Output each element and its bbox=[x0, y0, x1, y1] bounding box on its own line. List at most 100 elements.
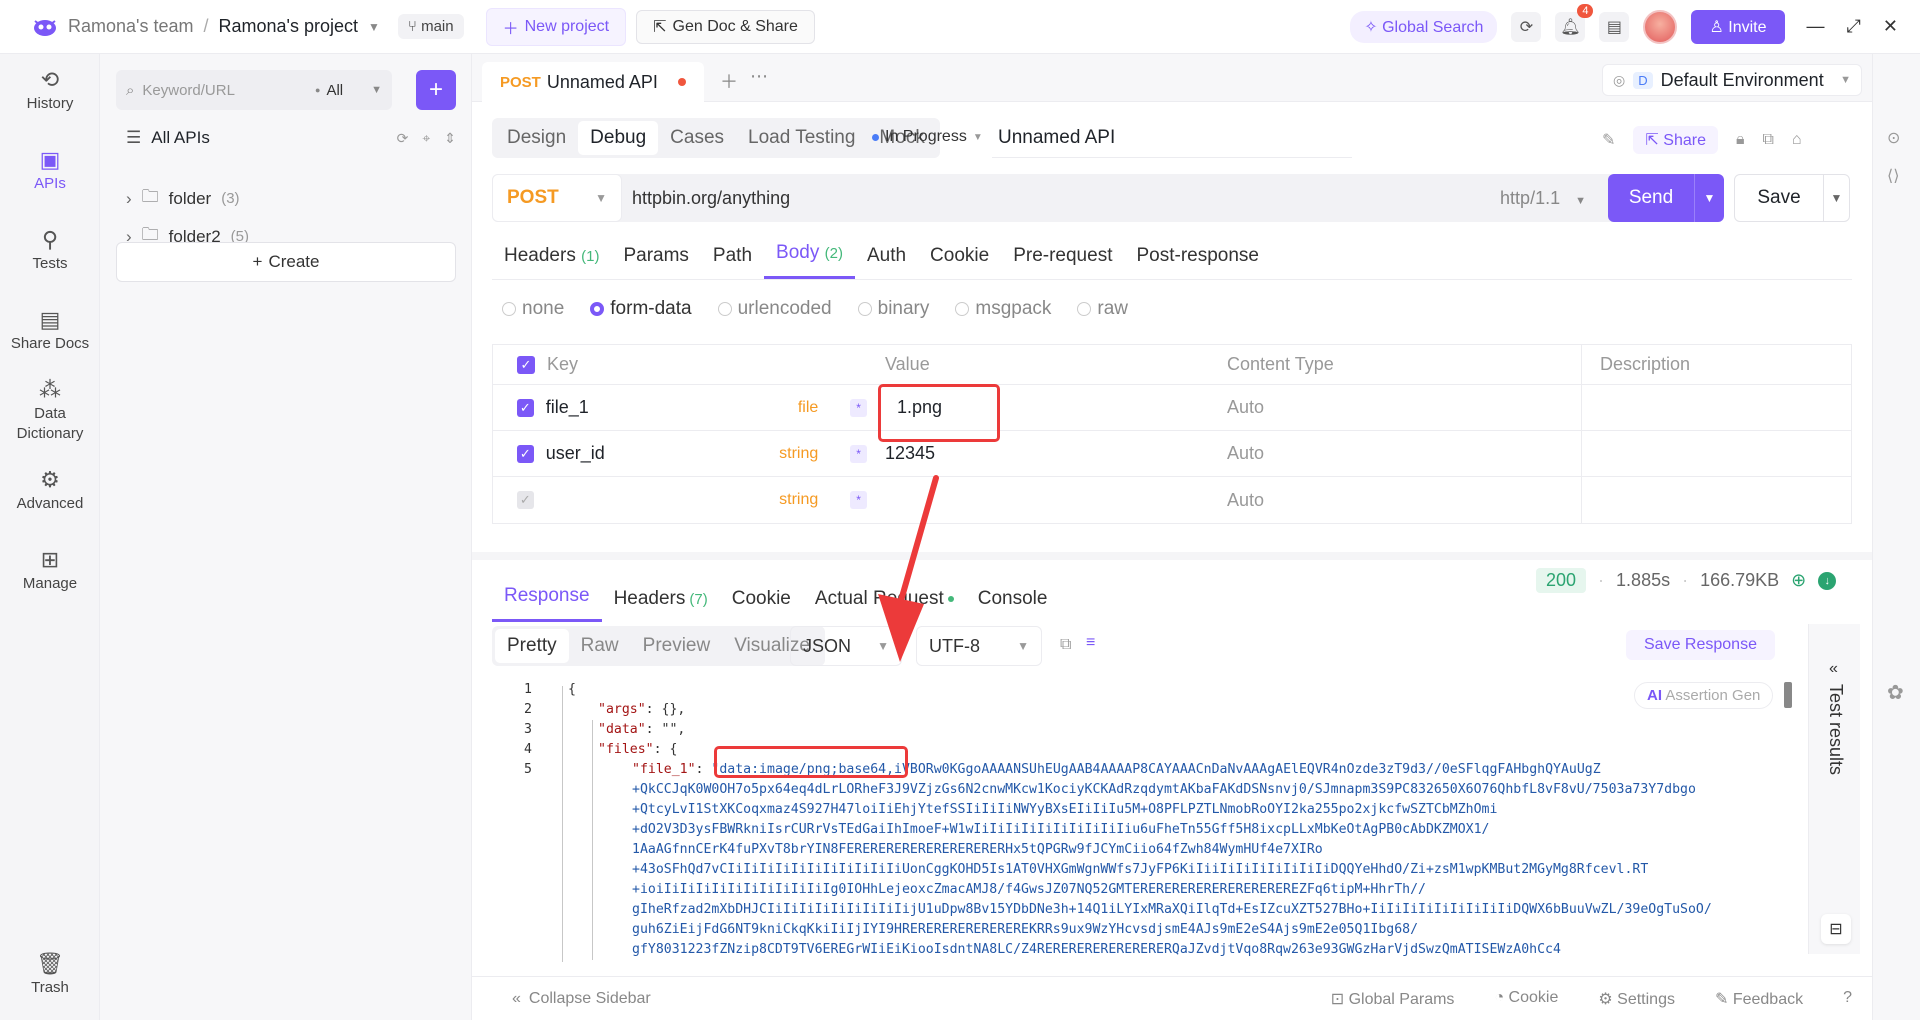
chevron-down-icon[interactable]: ▼ bbox=[368, 20, 380, 34]
maximize-icon[interactable]: ⤢ bbox=[1847, 16, 1861, 37]
param-key[interactable]: user_id bbox=[546, 443, 732, 464]
view-preview[interactable]: Preview bbox=[631, 629, 723, 663]
environment-select[interactable]: ◎ D Default Environment ▼ bbox=[1602, 64, 1862, 96]
param-content-type[interactable]: Auto bbox=[1209, 443, 1581, 464]
archive-icon[interactable]: ⌂ bbox=[1792, 131, 1802, 149]
radio-raw[interactable]: raw bbox=[1077, 298, 1128, 320]
tab-response-cookie[interactable]: Cookie bbox=[720, 588, 803, 622]
nav-advanced[interactable]: ⚙ Advanced bbox=[0, 469, 100, 514]
view-raw[interactable]: Raw bbox=[569, 629, 631, 663]
view-pretty[interactable]: Pretty bbox=[495, 629, 569, 663]
api-name-input[interactable]: Unnamed API bbox=[992, 118, 1352, 158]
all-apis-row[interactable]: ☰ All APIs ⟳ ⌖ ⇕ bbox=[126, 128, 456, 148]
new-project-button[interactable]: ＋ New project bbox=[485, 7, 627, 46]
param-type[interactable]: string bbox=[744, 491, 818, 509]
globe-icon[interactable]: ⊕ bbox=[1791, 570, 1806, 591]
branch-selector[interactable]: ⑂ main bbox=[397, 14, 464, 39]
mode-design[interactable]: Design bbox=[495, 121, 578, 155]
save-response-button[interactable]: Save Response bbox=[1626, 630, 1775, 660]
mode-debug[interactable]: Debug bbox=[578, 121, 659, 155]
nav-history[interactable]: ⟲ History bbox=[0, 69, 100, 114]
team-name[interactable]: Ramona's team bbox=[68, 16, 194, 37]
feedback-button[interactable]: ✎ Feedback bbox=[1715, 989, 1803, 1009]
param-description[interactable] bbox=[1581, 385, 1851, 430]
row-checkbox[interactable]: ✓ bbox=[517, 491, 534, 509]
expand-collapse-icon[interactable]: ⇕ bbox=[444, 130, 456, 147]
response-body-editor[interactable]: 1 2 3 4 5 { "args": {}, "data": "", "fil… bbox=[492, 676, 1802, 962]
mode-load-testing[interactable]: Load Testing bbox=[736, 121, 867, 155]
avatar[interactable] bbox=[1643, 9, 1678, 44]
tab-console[interactable]: Console bbox=[966, 588, 1060, 622]
help-icon[interactable]: ? bbox=[1843, 989, 1852, 1009]
required-icon[interactable]: * bbox=[850, 398, 868, 417]
row-checkbox[interactable]: ✓ bbox=[517, 398, 534, 417]
test-results-panel[interactable]: « Test results ⊟ bbox=[1808, 624, 1860, 954]
code-icon[interactable]: ⟨⟩ bbox=[1887, 166, 1899, 186]
url-input[interactable]: httpbin.org/anything bbox=[632, 188, 790, 209]
nav-tests[interactable]: ⚲ Tests bbox=[0, 229, 100, 274]
tab-pre-request[interactable]: Pre-request bbox=[1001, 245, 1124, 279]
collapse-sidebar-button[interactable]: « Collapse Sidebar bbox=[512, 990, 651, 1008]
tab-actual-request[interactable]: Actual Request bbox=[803, 588, 966, 622]
layout-icon[interactable]: ⊟ bbox=[1821, 914, 1851, 944]
close-icon[interactable]: ✕ bbox=[1883, 16, 1898, 37]
environment-settings-icon[interactable]: ◎ bbox=[1613, 72, 1625, 89]
param-content-type[interactable]: Auto bbox=[1209, 490, 1581, 511]
tab-cookie[interactable]: Cookie bbox=[918, 245, 1001, 279]
radio-none[interactable]: none bbox=[502, 298, 564, 320]
send-button[interactable]: Send ▼ bbox=[1608, 174, 1724, 222]
radio-binary[interactable]: binary bbox=[857, 298, 929, 320]
chevron-down-icon[interactable]: ▼ bbox=[1694, 174, 1724, 222]
tab-response-headers[interactable]: Headers (7) bbox=[602, 588, 720, 622]
tab-path[interactable]: Path bbox=[701, 245, 764, 279]
ai-assistant-icon[interactable]: ✿ bbox=[1887, 680, 1904, 705]
add-button[interactable]: + bbox=[416, 70, 456, 110]
invite-button[interactable]: ♙ Invite bbox=[1691, 9, 1785, 44]
copy-icon[interactable]: ⧉ bbox=[1060, 636, 1071, 654]
param-type[interactable]: string bbox=[744, 445, 818, 463]
nav-data-dictionary[interactable]: ⁂ Data Dictionary bbox=[0, 379, 100, 444]
gen-doc-share-button[interactable]: ⇱ Gen Doc & Share bbox=[636, 9, 815, 44]
save-button[interactable]: Save ▼ bbox=[1734, 174, 1850, 222]
param-description[interactable] bbox=[1581, 477, 1851, 523]
filter-select[interactable]: ● All ▼ bbox=[315, 82, 382, 99]
radio-msgpack[interactable]: msgpack bbox=[955, 298, 1051, 320]
nav-share-docs[interactable]: ▤ Share Docs bbox=[0, 309, 100, 354]
nav-trash[interactable]: 🗑︎ Trash bbox=[0, 953, 100, 998]
format-select[interactable]: JSON ▼ bbox=[790, 626, 902, 666]
method-select[interactable]: POST ▼ bbox=[492, 174, 622, 222]
tab-response[interactable]: Response bbox=[492, 585, 602, 622]
radio-form-data[interactable]: form-data bbox=[590, 298, 692, 320]
status-select[interactable]: In Progress ▼ bbox=[872, 128, 983, 146]
tab-params[interactable]: Params bbox=[611, 245, 700, 279]
protocol-select[interactable]: http/1.1 ▼ bbox=[1500, 188, 1586, 209]
new-tab-icon[interactable]: ＋ bbox=[720, 68, 738, 94]
tab-headers[interactable]: Headers (1) bbox=[492, 245, 611, 279]
more-icon[interactable]: ⋯ bbox=[750, 66, 768, 87]
refresh-icon[interactable]: ⟳ bbox=[397, 130, 409, 147]
select-all-checkbox[interactable]: ✓ bbox=[517, 355, 535, 374]
nav-apis[interactable]: ▣ APIs bbox=[0, 149, 100, 194]
cookie-button[interactable]: ◔ Cookie bbox=[1494, 989, 1558, 1009]
global-params-button[interactable]: ⊡ Global Params bbox=[1331, 989, 1455, 1009]
sync-icon[interactable]: ⟳ bbox=[1511, 11, 1542, 42]
locate-icon[interactable]: ⌖ bbox=[422, 130, 430, 147]
tab-body[interactable]: Body (2) bbox=[764, 242, 855, 279]
check-circle-icon[interactable]: ↓ bbox=[1818, 571, 1837, 590]
radio-urlencoded[interactable]: urlencoded bbox=[717, 298, 832, 320]
nav-manage[interactable]: ⊞ Manage bbox=[0, 549, 100, 594]
tab-unnamed-api[interactable]: POST Unnamed API bbox=[482, 62, 704, 102]
copy-icon[interactable]: ⧉ bbox=[1762, 131, 1773, 149]
mode-cases[interactable]: Cases bbox=[658, 121, 736, 155]
folder-item[interactable]: › 🗀︎ folder (3) bbox=[126, 184, 240, 213]
tab-auth[interactable]: Auth bbox=[855, 245, 918, 279]
search-input[interactable]: ⌕ Keyword/URL ● All ▼ bbox=[116, 70, 392, 110]
assertion-gen-button[interactable]: AI Assertion Gen bbox=[1634, 682, 1774, 709]
param-key[interactable]: file_1 bbox=[546, 397, 732, 418]
tab-post-response[interactable]: Post-response bbox=[1124, 245, 1271, 279]
edit-icon[interactable]: ✎ bbox=[1602, 130, 1615, 150]
create-button[interactable]: + Create bbox=[116, 242, 456, 282]
param-type[interactable]: file bbox=[744, 399, 818, 417]
share-button[interactable]: ⇱ Share bbox=[1633, 126, 1718, 154]
encoding-select[interactable]: UTF-8 ▼ bbox=[916, 626, 1042, 666]
